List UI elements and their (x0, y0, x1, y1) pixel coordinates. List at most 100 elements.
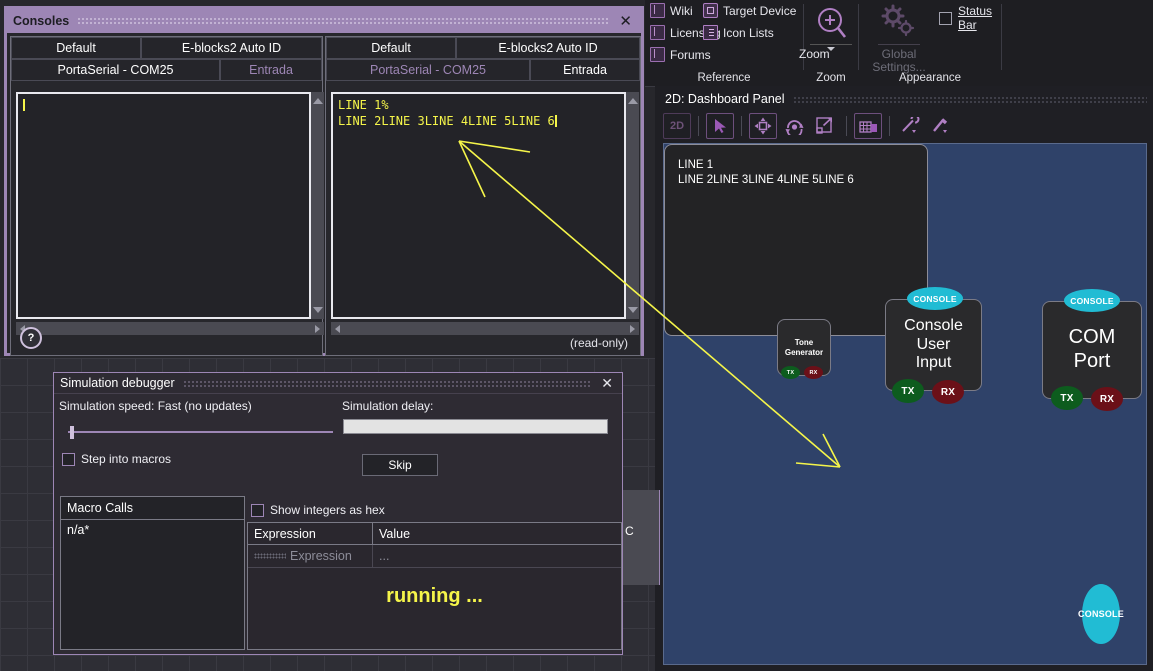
scroll-down-icon[interactable] (627, 307, 638, 313)
skip-button[interactable]: Skip (362, 454, 438, 476)
console-left-terminal[interactable] (16, 92, 311, 319)
cell-value[interactable]: ... (373, 545, 621, 567)
forums-label: Forums (670, 47, 711, 62)
checkbox-icon[interactable] (939, 11, 952, 25)
step-into-macros-label: Step into macros (81, 452, 172, 466)
simulation-speed-slider[interactable] (68, 426, 333, 439)
tab-entrada-right[interactable]: Entrada (530, 59, 640, 81)
expression-table-header: Expression Value (248, 523, 621, 545)
widget-console-user-input[interactable]: Console User Input (885, 299, 982, 391)
tab-default-right[interactable]: Default (326, 37, 456, 59)
console-left-tabs-top: Default E-blocks2 Auto ID (11, 37, 322, 59)
zoom-underline (810, 44, 852, 45)
list-icon (703, 25, 718, 40)
simulation-debugger-title-bar[interactable]: Simulation debugger ✕ (54, 373, 622, 394)
text-caret (554, 115, 557, 127)
scroll-up-icon[interactable] (312, 98, 323, 104)
move-tool-button[interactable] (749, 113, 777, 139)
com-port-badge: CONSOLE (1064, 289, 1120, 312)
scroll-down-icon[interactable] (312, 307, 323, 313)
checkbox-icon[interactable] (251, 503, 264, 517)
ribbon-divider (1001, 4, 1002, 70)
cell-expression[interactable]: Expression (248, 545, 373, 567)
console-left-hscrollbar[interactable] (16, 322, 324, 335)
slider-thumb[interactable] (70, 426, 74, 439)
table-row[interactable]: Expression ... (248, 545, 621, 568)
simulation-status-text: running ... (386, 585, 483, 607)
console-user-input-tx-badge: TX (892, 379, 924, 403)
group-caption-appearance: Appearance (898, 72, 962, 84)
help-button[interactable]: ? (20, 327, 42, 349)
close-icon[interactable]: ✕ (616, 14, 635, 29)
dashboard-panel: 2D: Dashboard Panel 2D Tone Generator TX… (655, 86, 1153, 671)
com-port-rx-badge: RX (1091, 387, 1123, 411)
select-tool-button[interactable] (706, 113, 734, 139)
zoom-label: Zoom (799, 47, 830, 61)
icon-lists-button[interactable]: Icon Lists (703, 25, 774, 40)
terminal-line-2: LINE 2LINE 3LINE 4LINE 5LINE 6 (338, 114, 555, 128)
2d-button[interactable]: 2D (663, 113, 691, 139)
console-right-hscrollbar[interactable] (331, 322, 639, 335)
terminal-line-1: LINE 1% (338, 98, 389, 112)
zoom-icon (799, 2, 863, 42)
tab-portaserial-com25-right[interactable]: PortaSerial - COM25 (326, 59, 530, 81)
widget-console-user-input-label: Console User Input (904, 316, 963, 372)
scroll-right-icon[interactable] (315, 325, 320, 333)
rotate-tool-button[interactable] (780, 113, 808, 139)
column-header-value: Value (379, 526, 411, 541)
show-integers-as-hex-checkbox[interactable]: Show integers as hex (251, 503, 385, 517)
show-integers-as-hex-label: Show integers as hex (270, 503, 385, 517)
scroll-up-icon[interactable] (627, 98, 638, 104)
icon-lists-label: Icon Lists (723, 25, 774, 40)
tab-eblocks2-autoid-left[interactable]: E-blocks2 Auto ID (141, 37, 322, 59)
cell-expression-text: Expression (290, 549, 352, 563)
console-right-terminal: LINE 1% LINE 2LINE 3LINE 4LINE 5LINE 6 (331, 92, 626, 319)
dashboard-canvas[interactable]: Tone Generator TX RX Console User Input … (663, 143, 1147, 665)
close-icon[interactable]: ✕ (598, 376, 616, 390)
simulation-delay-label: Simulation delay: (342, 399, 434, 413)
dashboard-title-bar: 2D: Dashboard Panel (665, 91, 1147, 107)
console-pane-left: Default E-blocks2 Auto ID PortaSerial - … (10, 36, 324, 356)
wiki-button[interactable]: Wiki (650, 3, 693, 18)
toolbar-divider (741, 116, 742, 136)
macro-calls-panel: Macro Calls n/a* (60, 496, 245, 650)
widget-tone-generator-label: Tone Generator (784, 338, 824, 357)
console-output-line-1: LINE 1 (678, 159, 714, 171)
title-dots (792, 95, 1147, 103)
wrench-tool-button[interactable] (897, 113, 925, 139)
target-device-button[interactable]: Target Device (703, 3, 796, 18)
clipped-side-panel-text: C (625, 524, 634, 538)
checkbox-icon[interactable] (62, 452, 75, 466)
simulation-delay-input[interactable] (343, 419, 608, 434)
console-right-tabs-top: Default E-blocks2 Auto ID (326, 37, 640, 59)
console-right-vscrollbar[interactable] (626, 92, 639, 319)
consoles-title-bar[interactable]: Consoles ✕ (7, 9, 641, 33)
console-output-line-2: LINE 2LINE 3LINE 4LINE 5LINE 6 (678, 174, 854, 186)
forums-icon (650, 47, 665, 62)
step-into-macros-checkbox[interactable]: Step into macros (62, 452, 171, 466)
toolbar-divider (846, 116, 847, 136)
simulation-speed-label: Simulation speed: Fast (no updates) (59, 399, 252, 413)
global-settings-button: Global Settings... (867, 2, 931, 74)
tab-entrada-left[interactable]: Entrada (220, 59, 322, 81)
brush-tool-button[interactable] (928, 113, 956, 139)
dashboard-title: 2D: Dashboard Panel (665, 92, 785, 106)
tab-default-left[interactable]: Default (11, 37, 141, 59)
scroll-left-icon[interactable] (335, 325, 340, 333)
tab-portaserial-com25-left[interactable]: PortaSerial - COM25 (11, 59, 220, 81)
macro-calls-row: n/a* (67, 523, 90, 537)
status-bar-checkbox[interactable]: Status Bar (939, 4, 1001, 32)
column-header-expression: Expression (248, 523, 373, 544)
settings-underline (878, 44, 920, 45)
console-output-badge: CONSOLE (1078, 584, 1124, 644)
console-left-vscrollbar[interactable] (311, 92, 324, 319)
zoom-button[interactable]: Zoom (799, 2, 863, 61)
toolbar-divider (698, 116, 699, 136)
scroll-right-icon[interactable] (630, 325, 635, 333)
widget-com-port[interactable]: COM Port (1042, 301, 1142, 399)
ribbon-group-appearance: Global Settings... Status Bar Appearance (859, 0, 1001, 86)
scale-tool-button[interactable] (811, 113, 839, 139)
forums-button[interactable]: Forums (650, 47, 711, 62)
tab-eblocks2-autoid-right[interactable]: E-blocks2 Auto ID (456, 37, 640, 59)
snap-grid-tool-button[interactable] (854, 113, 882, 139)
